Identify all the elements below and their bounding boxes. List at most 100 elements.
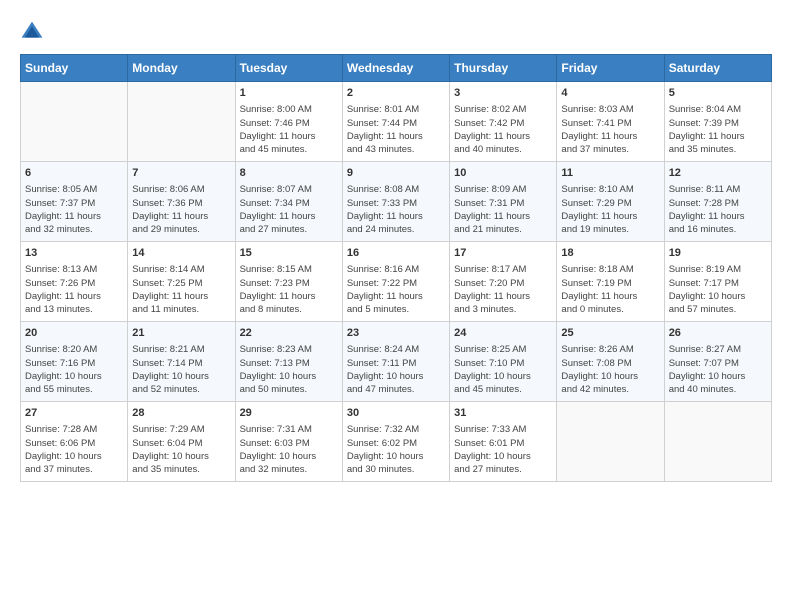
- calendar-day-cell: 26Sunrise: 8:27 AM Sunset: 7:07 PM Dayli…: [664, 322, 771, 402]
- day-number: 15: [240, 246, 338, 261]
- calendar-day-cell: 31 Sunrise: 7:33 AM Sunset: 6:01 PM Dayli…: [450, 402, 557, 482]
- day-info: Sunrise: 8:03 AM Sunset: 7:41 PM Dayligh…: [561, 103, 659, 156]
- day-info: Sunrise: 8:25 AM Sunset: 7:10 PM Dayligh…: [454, 343, 552, 396]
- day-number: 23: [347, 326, 445, 341]
- day-number: 16: [347, 246, 445, 261]
- calendar-day-cell: 18Sunrise: 8:18 AM Sunset: 7:19 PM Dayli…: [557, 242, 664, 322]
- logo-icon: [20, 20, 44, 44]
- day-number: 13: [25, 246, 123, 261]
- day-number: 11: [561, 166, 659, 181]
- calendar-day-cell: [128, 82, 235, 162]
- calendar-day-cell: [21, 82, 128, 162]
- day-info: Sunrise: 8:00 AM Sunset: 7:46 PM Dayligh…: [240, 103, 338, 156]
- day-info: Sunrise: 8:01 AM Sunset: 7:44 PM Dayligh…: [347, 103, 445, 156]
- day-info: Sunrise: 8:04 AM Sunset: 7:39 PM Dayligh…: [669, 103, 767, 156]
- calendar-day-cell: 17 Sunrise: 8:17 AM Sunset: 7:20 PM Dayli…: [450, 242, 557, 322]
- day-number: 18: [561, 246, 659, 261]
- calendar-day-cell: 19Sunrise: 8:19 AM Sunset: 7:17 PM Dayli…: [664, 242, 771, 322]
- logo: [20, 20, 48, 44]
- day-number: 8: [240, 166, 338, 181]
- calendar-day-cell: 7 Sunrise: 8:06 AM Sunset: 7:36 PM Daylig…: [128, 162, 235, 242]
- calendar-day-cell: 5Sunrise: 8:04 AM Sunset: 7:39 PM Daylig…: [664, 82, 771, 162]
- day-number: 7: [132, 166, 230, 181]
- calendar-week-row: 13Sunrise: 8:13 AM Sunset: 7:26 PM Dayli…: [21, 242, 772, 322]
- day-number: 14: [132, 246, 230, 261]
- day-info: Sunrise: 8:15 AM Sunset: 7:23 PM Dayligh…: [240, 263, 338, 316]
- day-number: 28: [132, 406, 230, 421]
- calendar-day-cell: 13Sunrise: 8:13 AM Sunset: 7:26 PM Dayli…: [21, 242, 128, 322]
- calendar-week-row: 27Sunrise: 7:28 AM Sunset: 6:06 PM Dayli…: [21, 402, 772, 482]
- calendar-day-cell: [557, 402, 664, 482]
- day-number: 20: [25, 326, 123, 341]
- calendar-day-cell: 30 Sunrise: 7:32 AM Sunset: 6:02 PM Dayli…: [342, 402, 449, 482]
- calendar-day-cell: 24 Sunrise: 8:25 AM Sunset: 7:10 PM Dayli…: [450, 322, 557, 402]
- day-info: Sunrise: 7:29 AM Sunset: 6:04 PM Dayligh…: [132, 423, 230, 476]
- day-number: 31: [454, 406, 552, 421]
- day-number: 12: [669, 166, 767, 181]
- day-info: Sunrise: 8:17 AM Sunset: 7:20 PM Dayligh…: [454, 263, 552, 316]
- weekday-header-cell: Monday: [128, 55, 235, 82]
- day-number: 30: [347, 406, 445, 421]
- day-info: Sunrise: 8:14 AM Sunset: 7:25 PM Dayligh…: [132, 263, 230, 316]
- calendar-day-cell: 20 Sunrise: 8:20 AM Sunset: 7:16 PM Dayli…: [21, 322, 128, 402]
- calendar-day-cell: 25 Sunrise: 8:26 AM Sunset: 7:08 PM Dayli…: [557, 322, 664, 402]
- calendar-day-cell: [664, 402, 771, 482]
- calendar-day-cell: 23 Sunrise: 8:24 AM Sunset: 7:11 PM Dayli…: [342, 322, 449, 402]
- day-number: 2: [347, 86, 445, 101]
- weekday-header-row: SundayMondayTuesdayWednesdayThursdayFrid…: [21, 55, 772, 82]
- day-number: 17: [454, 246, 552, 261]
- day-number: 22: [240, 326, 338, 341]
- day-info: Sunrise: 7:32 AM Sunset: 6:02 PM Dayligh…: [347, 423, 445, 476]
- calendar-day-cell: 28 Sunrise: 7:29 AM Sunset: 6:04 PM Dayli…: [128, 402, 235, 482]
- day-info: Sunrise: 7:33 AM Sunset: 6:01 PM Dayligh…: [454, 423, 552, 476]
- day-info: Sunrise: 8:11 AM Sunset: 7:28 PM Dayligh…: [669, 183, 767, 236]
- day-info: Sunrise: 7:31 AM Sunset: 6:03 PM Dayligh…: [240, 423, 338, 476]
- day-info: Sunrise: 8:06 AM Sunset: 7:36 PM Dayligh…: [132, 183, 230, 236]
- day-info: Sunrise: 7:28 AM Sunset: 6:06 PM Dayligh…: [25, 423, 123, 476]
- calendar-day-cell: 2 Sunrise: 8:01 AM Sunset: 7:44 PM Daylig…: [342, 82, 449, 162]
- day-number: 6: [25, 166, 123, 181]
- calendar-day-cell: 11 Sunrise: 8:10 AM Sunset: 7:29 PM Dayli…: [557, 162, 664, 242]
- day-info: Sunrise: 8:07 AM Sunset: 7:34 PM Dayligh…: [240, 183, 338, 236]
- weekday-header-cell: Wednesday: [342, 55, 449, 82]
- page-header: [20, 20, 772, 44]
- day-info: Sunrise: 8:26 AM Sunset: 7:08 PM Dayligh…: [561, 343, 659, 396]
- calendar-day-cell: 9 Sunrise: 8:08 AM Sunset: 7:33 PM Daylig…: [342, 162, 449, 242]
- calendar-day-cell: 12 Sunrise: 8:11 AM Sunset: 7:28 PM Dayli…: [664, 162, 771, 242]
- calendar-day-cell: 14 Sunrise: 8:14 AM Sunset: 7:25 PM Dayli…: [128, 242, 235, 322]
- day-number: 24: [454, 326, 552, 341]
- calendar-day-cell: 6 Sunrise: 8:05 AM Sunset: 7:37 PM Daylig…: [21, 162, 128, 242]
- weekday-header-cell: Friday: [557, 55, 664, 82]
- calendar-table: SundayMondayTuesdayWednesdayThursdayFrid…: [20, 54, 772, 482]
- calendar-day-cell: 22 Sunrise: 8:23 AM Sunset: 7:13 PM Dayli…: [235, 322, 342, 402]
- calendar-day-cell: 4 Sunrise: 8:03 AM Sunset: 7:41 PM Daylig…: [557, 82, 664, 162]
- day-number: 9: [347, 166, 445, 181]
- calendar-day-cell: 1 Sunrise: 8:00 AM Sunset: 7:46 PM Daylig…: [235, 82, 342, 162]
- calendar-day-cell: 29Sunrise: 7:31 AM Sunset: 6:03 PM Dayli…: [235, 402, 342, 482]
- calendar-day-cell: 27Sunrise: 7:28 AM Sunset: 6:06 PM Dayli…: [21, 402, 128, 482]
- day-info: Sunrise: 8:20 AM Sunset: 7:16 PM Dayligh…: [25, 343, 123, 396]
- day-number: 3: [454, 86, 552, 101]
- weekday-header-cell: Sunday: [21, 55, 128, 82]
- calendar-week-row: 6 Sunrise: 8:05 AM Sunset: 7:37 PM Daylig…: [21, 162, 772, 242]
- day-number: 10: [454, 166, 552, 181]
- day-info: Sunrise: 8:23 AM Sunset: 7:13 PM Dayligh…: [240, 343, 338, 396]
- day-info: Sunrise: 8:09 AM Sunset: 7:31 PM Dayligh…: [454, 183, 552, 236]
- day-info: Sunrise: 8:02 AM Sunset: 7:42 PM Dayligh…: [454, 103, 552, 156]
- day-info: Sunrise: 8:16 AM Sunset: 7:22 PM Dayligh…: [347, 263, 445, 316]
- day-info: Sunrise: 8:27 AM Sunset: 7:07 PM Dayligh…: [669, 343, 767, 396]
- day-number: 1: [240, 86, 338, 101]
- day-info: Sunrise: 8:24 AM Sunset: 7:11 PM Dayligh…: [347, 343, 445, 396]
- calendar-day-cell: 10 Sunrise: 8:09 AM Sunset: 7:31 PM Dayli…: [450, 162, 557, 242]
- day-info: Sunrise: 8:10 AM Sunset: 7:29 PM Dayligh…: [561, 183, 659, 236]
- calendar-day-cell: 3 Sunrise: 8:02 AM Sunset: 7:42 PM Daylig…: [450, 82, 557, 162]
- day-number: 25: [561, 326, 659, 341]
- day-info: Sunrise: 8:08 AM Sunset: 7:33 PM Dayligh…: [347, 183, 445, 236]
- day-info: Sunrise: 8:21 AM Sunset: 7:14 PM Dayligh…: [132, 343, 230, 396]
- calendar-body: 1 Sunrise: 8:00 AM Sunset: 7:46 PM Daylig…: [21, 82, 772, 482]
- day-info: Sunrise: 8:19 AM Sunset: 7:17 PM Dayligh…: [669, 263, 767, 316]
- day-number: 21: [132, 326, 230, 341]
- weekday-header-cell: Tuesday: [235, 55, 342, 82]
- day-info: Sunrise: 8:05 AM Sunset: 7:37 PM Dayligh…: [25, 183, 123, 236]
- day-number: 4: [561, 86, 659, 101]
